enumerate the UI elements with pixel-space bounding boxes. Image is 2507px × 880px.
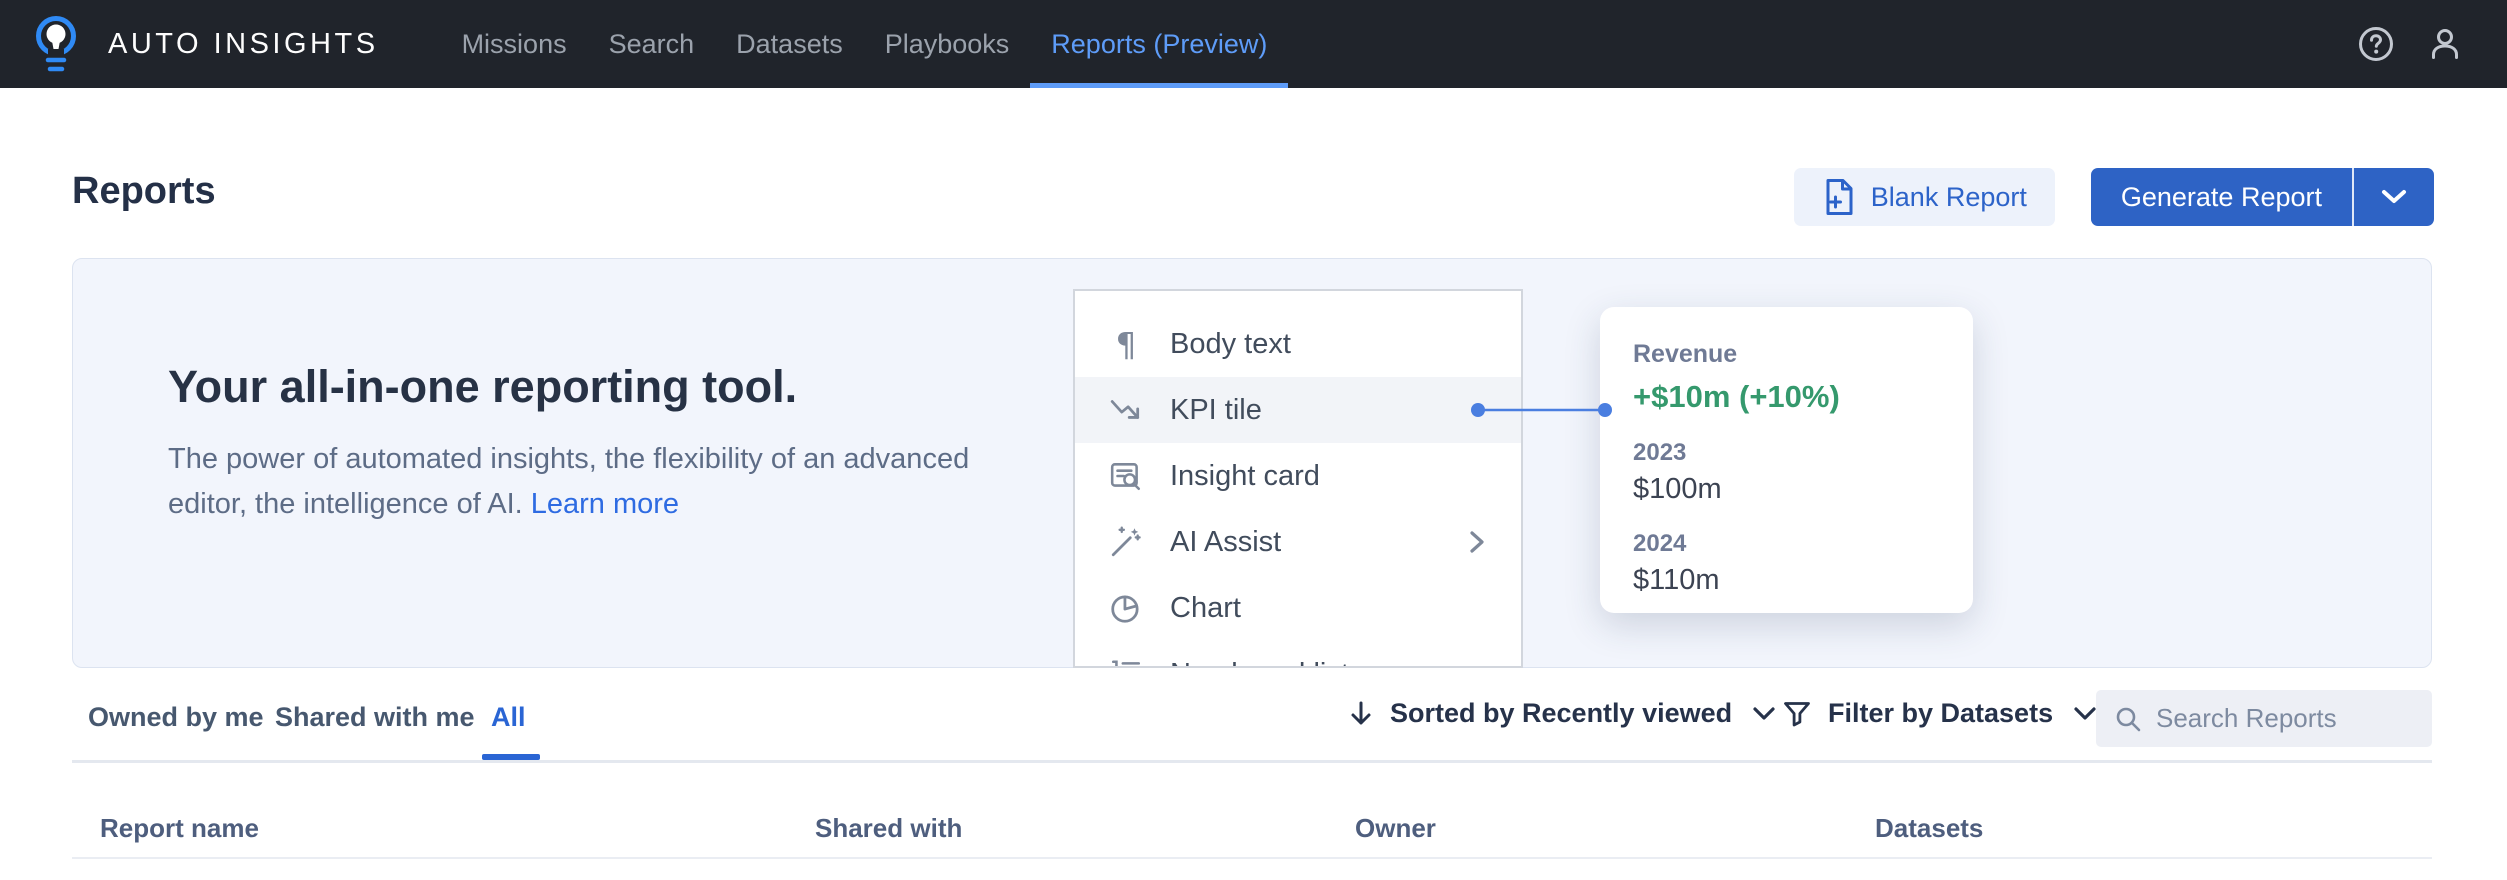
kpi-year-2023: 2023 [1633, 439, 1973, 467]
insert-element-menu: ¶ Body text KPI tile Insight c [1073, 289, 1523, 668]
menu-item-kpi-tile[interactable]: KPI tile [1075, 377, 1521, 443]
sort-label: Sorted by Recently viewed [1390, 698, 1732, 729]
tab-shared-with-me[interactable]: Shared with me [275, 702, 475, 733]
pilcrow-icon: ¶ [1109, 328, 1143, 361]
search-reports-box [2096, 690, 2432, 747]
filter-label: Filter by Datasets [1828, 698, 2053, 729]
learn-more-link[interactable]: Learn more [531, 488, 679, 520]
menu-item-numbered-list[interactable]: Numbered list [1075, 641, 1521, 668]
nav-item-datasets[interactable]: Datasets [715, 0, 864, 88]
menu-item-ai-assist[interactable]: AI Assist [1075, 509, 1521, 575]
nav-item-missions[interactable]: Missions [441, 0, 588, 88]
tab-owned-by-me[interactable]: Owned by me [88, 702, 264, 733]
chevron-down-icon [2073, 706, 2097, 722]
chevron-down-icon [1752, 706, 1776, 722]
column-header-shared-with[interactable]: Shared with [815, 813, 962, 844]
user-account-icon[interactable] [2425, 24, 2465, 64]
kpi-value-2023: $100m [1633, 473, 1973, 506]
banner-description-line2: editor, the intelligence of AI. [168, 488, 523, 520]
ai-wand-icon [1109, 525, 1143, 559]
filter-funnel-icon [1782, 699, 1812, 729]
column-header-owner[interactable]: Owner [1355, 813, 1436, 844]
generate-report-button[interactable]: Generate Report [2091, 168, 2352, 226]
banner-description-line1: The power of automated insights, the fle… [168, 443, 969, 475]
blank-report-button[interactable]: Blank Report [1794, 168, 2055, 226]
nav-item-reports-preview[interactable]: Reports (Preview) [1030, 0, 1288, 88]
generate-report-split-button: Generate Report [2091, 168, 2434, 226]
help-icon[interactable] [2357, 25, 2395, 63]
insight-card-icon [1109, 459, 1143, 493]
nav-right-icons [2357, 24, 2465, 64]
top-navbar: AUTO INSIGHTS Missions Search Datasets P… [0, 0, 2507, 88]
search-reports-input[interactable] [2156, 703, 2414, 734]
filter-dropdown[interactable]: Filter by Datasets [1782, 698, 2097, 729]
numbered-list-icon [1109, 657, 1143, 668]
kpi-trend-icon [1109, 393, 1143, 427]
nav-item-search[interactable]: Search [588, 0, 716, 88]
generate-report-dropdown-toggle[interactable] [2352, 168, 2434, 226]
blank-report-label: Blank Report [1871, 182, 2027, 213]
sort-dropdown[interactable]: Sorted by Recently viewed [1348, 698, 1776, 729]
arrow-down-icon [1348, 699, 1374, 729]
column-header-report-name[interactable]: Report name [100, 813, 259, 844]
column-header-datasets[interactable]: Datasets [1875, 813, 1983, 844]
header-actions: Blank Report Generate Report [1794, 168, 2434, 226]
kpi-title: Revenue [1633, 340, 1973, 369]
pie-chart-icon [1109, 591, 1143, 625]
menu-item-chart[interactable]: Chart [1075, 575, 1521, 641]
app-logo-lightbulb-icon[interactable] [30, 13, 82, 75]
chevron-down-icon [2380, 188, 2408, 206]
primary-nav: Missions Search Datasets Playbooks Repor… [441, 0, 1289, 88]
search-icon [2114, 705, 2142, 733]
tab-all[interactable]: All [491, 702, 526, 733]
kpi-year-2024: 2024 [1633, 530, 1973, 558]
menu-item-body-text[interactable]: ¶ Body text [1075, 311, 1521, 377]
kpi-value-2024: $110m [1633, 564, 1973, 597]
banner-description: The power of automated insights, the fle… [168, 437, 969, 527]
nav-item-playbooks[interactable]: Playbooks [864, 0, 1031, 88]
tabs-divider [72, 760, 2432, 763]
menu-item-insight-card[interactable]: Insight card [1075, 443, 1521, 509]
generate-report-label: Generate Report [2121, 182, 2322, 213]
brand-title: AUTO INSIGHTS [108, 28, 379, 61]
kpi-tile-preview-card: Revenue +$10m (+10%) 2023 $100m 2024 $11… [1600, 307, 1973, 613]
insert-menu-list: ¶ Body text KPI tile Insight c [1075, 291, 1521, 668]
kpi-delta-value: +$10m (+10%) [1633, 379, 1973, 415]
banner-headline: Your all-in-one reporting tool. [168, 361, 797, 413]
table-header-divider [72, 857, 2432, 859]
page-title: Reports [72, 170, 216, 213]
blank-report-doc-plus-icon [1822, 177, 1856, 217]
active-tab-underline [482, 754, 540, 760]
chevron-right-icon [1467, 528, 1487, 556]
